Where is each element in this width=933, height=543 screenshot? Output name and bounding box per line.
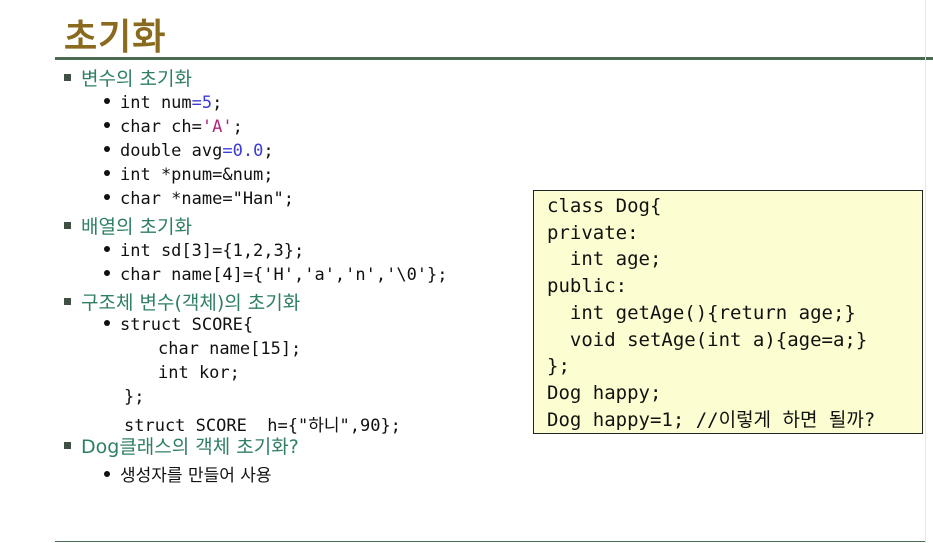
code-example-box: class Dog{ private: int age; public: int…	[533, 190, 923, 434]
bullet-icon	[104, 270, 110, 276]
bottom-divider	[55, 541, 925, 542]
code-line: int kor;	[158, 363, 240, 383]
page-title: 초기화	[64, 17, 167, 58]
list-item: char *name="Han";	[104, 189, 294, 209]
square-bullet-icon	[64, 298, 71, 305]
code-line: int getAge(){return age;}	[547, 301, 856, 324]
bullet-icon	[104, 246, 110, 252]
bullet-icon	[104, 170, 110, 176]
bullet-icon	[104, 194, 110, 200]
list-item: char ch='A';	[104, 117, 243, 137]
code-line: };	[124, 387, 145, 407]
code-line: Dog happy=1; //이렇게 하면 될까?	[547, 408, 876, 431]
bullet-icon	[104, 122, 110, 128]
list-item: double avg=0.0;	[104, 141, 274, 161]
code-line: int age;	[547, 248, 662, 271]
section-class-init: Dog클래스의 객체 초기화?	[64, 432, 299, 459]
code-line: void setAge(int a){age=a;}	[547, 328, 868, 351]
list-item: 생성자를 만들어 사용	[104, 461, 272, 486]
list-item: int *pnum=&num;	[104, 165, 274, 185]
section-struct-init: 구조체 변수(객체)의 초기화	[64, 288, 300, 315]
bullet-icon	[104, 146, 110, 152]
square-bullet-icon	[64, 222, 71, 229]
bullet-icon	[104, 471, 110, 477]
section-variable-init: 변수의 초기화	[64, 64, 192, 91]
list-item: char name[4]={'H','a','n','\0'};	[104, 265, 448, 285]
section-array-init: 배열의 초기화	[64, 212, 192, 239]
list-item: int num=5;	[104, 93, 222, 113]
list-item: struct SCORE{	[104, 315, 253, 335]
right-edge-divider	[925, 0, 926, 543]
list-item: int sd[3]={1,2,3};	[104, 241, 304, 261]
bullet-icon	[104, 98, 110, 104]
code-line: };	[547, 355, 570, 378]
title-divider	[55, 57, 933, 60]
code-line: class Dog{	[547, 195, 662, 217]
square-bullet-icon	[64, 74, 71, 81]
code-line: public:	[547, 275, 628, 298]
code-line: Dog happy;	[547, 381, 662, 404]
code-line: char name[15];	[158, 339, 302, 359]
code-line: private:	[547, 221, 639, 244]
square-bullet-icon	[64, 442, 71, 449]
bullet-icon	[104, 320, 110, 326]
